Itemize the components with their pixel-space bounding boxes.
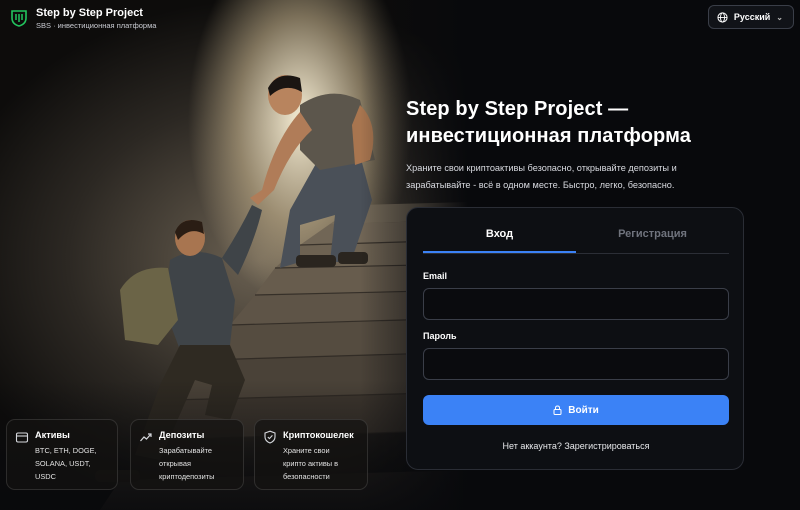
feature-card-deposits: Депозиты Зарабатывайте открывая криптоде… [130,419,244,490]
feature-line: SOLANA, USDT, [35,459,91,468]
feature-description: Храните свои крипто активы в безопасност… [283,444,354,483]
brand-subtitle: SBS · инвестиционная платформа [36,21,157,30]
feature-line: безопасности [283,472,330,481]
register-link[interactable]: Зарегистрироваться [564,441,649,451]
login-button[interactable]: Войти [423,395,729,425]
feature-line: криптодепозиты [159,472,215,481]
wallet-icon [15,432,29,443]
feature-line: крипто активы в [283,459,339,468]
intro: Step by Step Project — инвестиционная пл… [406,96,786,194]
auth-card: Вход Регистрация Email Пароль Войти Нет … [406,207,744,470]
password-label: Пароль [423,331,457,341]
intro-text-line1: Храните свои криптоактивы безопасно, отк… [406,163,677,173]
auth-tabs: Вход Регистрация [423,222,729,254]
email-label: Email [423,271,448,281]
intro-text: Храните свои криптоактивы безопасно, отк… [406,160,786,194]
feature-line: Зарабатывайте [159,446,212,455]
brand[interactable]: Step by Step Project SBS · инвестиционна… [10,6,156,32]
register-prompt-text: Нет аккаунта? [502,441,562,451]
globe-icon [717,11,728,23]
feature-line: USDC [35,472,56,481]
brand-title: Step by Step Project [36,7,143,19]
page-title-line1: Step by Step Project — [406,98,629,120]
trend-up-icon [140,433,152,442]
language-selector[interactable]: Русский ⌄ [707,5,794,29]
shield-check-icon [264,430,276,444]
language-label: Русский [733,12,771,22]
feature-card-assets: Активы BTC, ETH, DOGE, SOLANA, USDT, USD… [6,419,118,490]
register-prompt: Нет аккаунта? Зарегистрироваться [407,441,745,451]
login-button-label: Войти [568,404,599,416]
feature-title: Депозиты [159,430,205,440]
chevron-down-icon: ⌄ [776,12,783,22]
feature-title: Криптокошелек [283,430,354,440]
tab-register[interactable]: Регистрация [576,222,729,253]
feature-description: Зарабатывайте открывая криптодепозиты [159,444,214,483]
feature-line: открывая [159,459,191,468]
tab-login[interactable]: Вход [423,222,576,253]
feature-description: BTC, ETH, DOGE, SOLANA, USDT, USDC [35,444,97,483]
password-field[interactable] [423,348,729,380]
intro-text-line2: зарабатывайте - всё в одном месте. Быстр… [406,180,675,190]
page-title: Step by Step Project — инвестиционная пл… [406,96,786,150]
shield-logo-icon [11,10,27,27]
feature-title: Активы [35,430,70,440]
feature-card-wallet: Криптокошелек Храните свои крипто активы… [254,419,368,490]
page-title-line2: инвестиционная платформа [406,125,691,147]
feature-line: Храните свои [283,446,330,455]
lock-icon [553,405,562,415]
email-field[interactable] [423,288,729,320]
feature-line: BTC, ETH, DOGE, [35,446,97,455]
